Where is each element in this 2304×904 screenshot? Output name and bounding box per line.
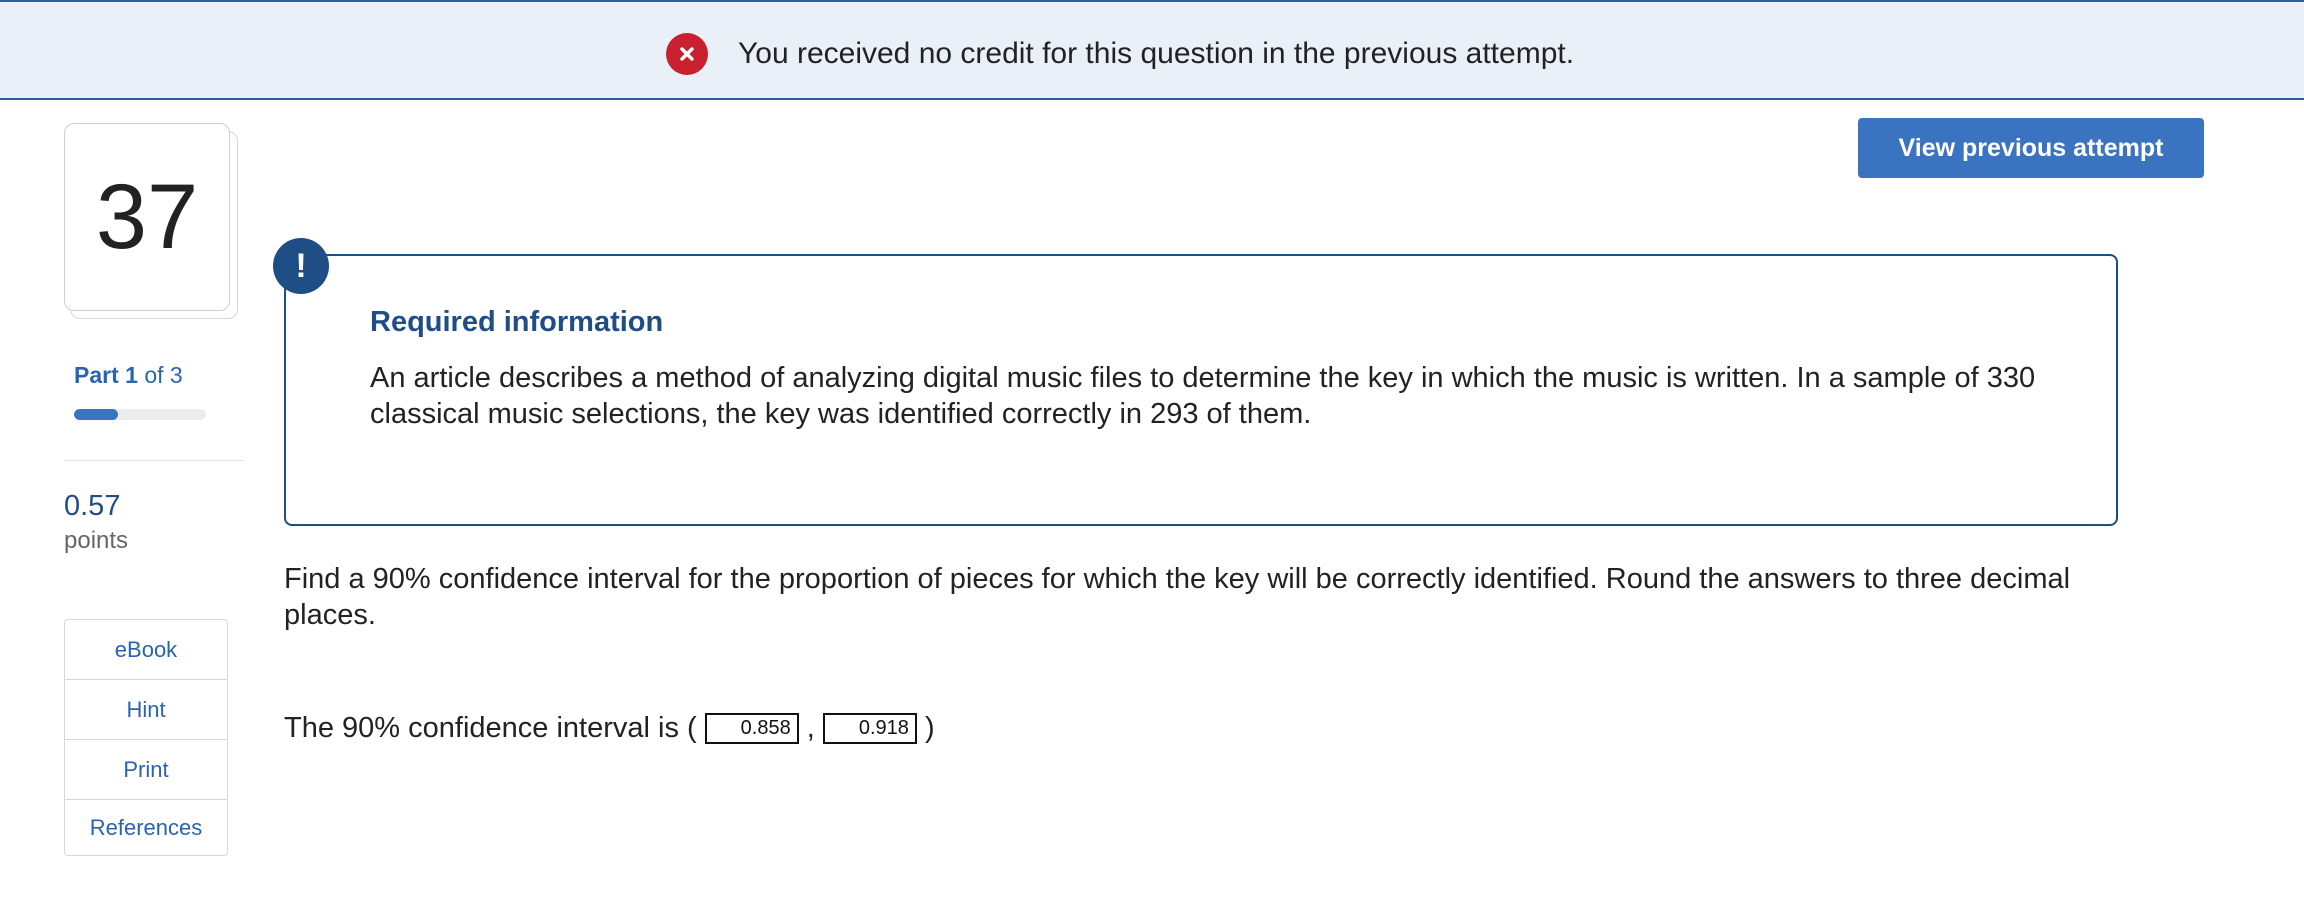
part-current: 1 (125, 362, 138, 388)
part-indicator: Part 1 of 3 (74, 362, 183, 389)
answer-suffix: ) (924, 712, 935, 744)
hint-link[interactable]: Hint (65, 680, 227, 740)
info-title: Required information (370, 306, 664, 338)
upper-bound-field[interactable]: 0.918 (822, 712, 917, 744)
error-x-icon (666, 33, 708, 75)
answer-line: The 90% confidence interval is ( 0.858 ,… (284, 706, 935, 750)
banner-message: You received no credit for this question… (738, 37, 1575, 70)
print-link[interactable]: Print (65, 740, 227, 800)
part-progress-fill (74, 409, 118, 420)
part-word: Part (74, 362, 119, 388)
lower-bound-field[interactable]: 0.858 (704, 712, 799, 744)
part-progress-bar (74, 409, 206, 420)
answer-prefix: The 90% confidence interval is ( (284, 712, 697, 744)
answer-separator: , (806, 712, 815, 744)
references-link[interactable]: References (65, 800, 227, 855)
exclamation-icon: ! (273, 238, 329, 294)
ebook-link[interactable]: eBook (65, 620, 227, 680)
feedback-banner: You received no credit for this question… (0, 0, 2304, 100)
tools-panel: eBook Hint Print References (64, 619, 228, 856)
sidebar-divider (64, 460, 244, 461)
view-previous-attempt-button[interactable]: View previous attempt (1858, 118, 2204, 178)
question-number-card: 37 (64, 123, 230, 311)
points-value: 0.57 (64, 490, 121, 522)
question-number: 37 (95, 165, 199, 268)
part-of: of 3 (144, 362, 183, 388)
question-prompt: Find a 90% confidence interval for the p… (284, 563, 2071, 631)
points-label: points (64, 527, 129, 554)
info-text: An article describes a method of analyzi… (370, 362, 2036, 430)
